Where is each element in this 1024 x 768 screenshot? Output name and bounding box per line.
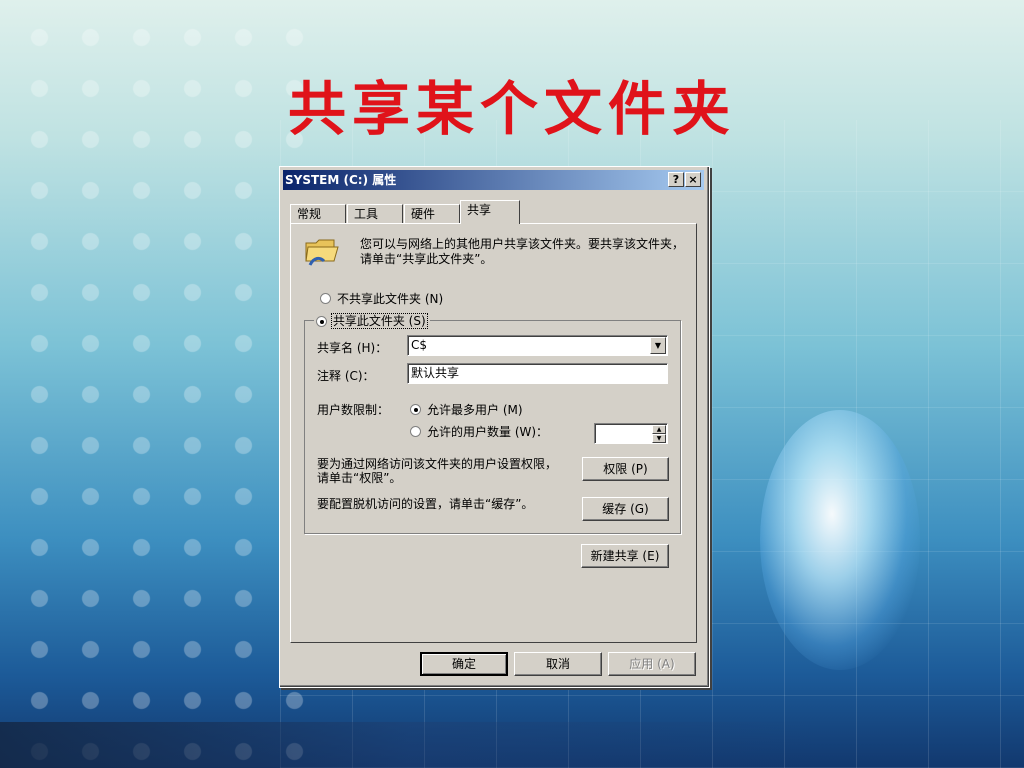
tab-tools[interactable]: 工具 — [347, 204, 403, 224]
ok-button[interactable]: 确定 — [420, 652, 508, 676]
radio-not-share[interactable] — [320, 293, 331, 304]
share-name-label: 共享名 (H)： — [317, 341, 388, 355]
permissions-button[interactable]: 权限 (P) — [582, 457, 669, 481]
slide-title: 共享某个文件夹 — [287, 75, 736, 143]
share-legend: 共享此文件夹 (S) — [314, 312, 430, 329]
caching-button[interactable]: 缓存 (G) — [582, 497, 669, 521]
background-bottom-strip — [0, 722, 1024, 768]
share-name-value: C$ — [411, 338, 428, 352]
spin-down-icon[interactable]: ▼ — [652, 434, 666, 443]
dialog-title: SYSTEM (C:) 属性 — [285, 173, 397, 187]
radio-allow-count-label[interactable]: 允许的用户数量 (W)： — [427, 423, 548, 440]
folder-share-icon — [305, 239, 339, 266]
spin-up-icon[interactable]: ▲ — [652, 425, 666, 434]
intro-text: 您可以与网络上的其他用户共享该文件夹。要共享该文件夹，请单击“共享此文件夹”。 — [360, 237, 685, 266]
user-count-spinner[interactable]: ▲ ▼ — [594, 423, 668, 444]
radio-share[interactable] — [316, 316, 327, 327]
cancel-button[interactable]: 取消 — [514, 652, 602, 676]
tab-hardware[interactable]: 硬件 — [404, 204, 460, 224]
tab-sharing[interactable]: 共享 — [460, 200, 520, 224]
radio-allow-count[interactable] — [410, 426, 421, 437]
background-light-orb — [760, 410, 920, 670]
dialog-titlebar[interactable]: SYSTEM (C:) 属性 ? × — [283, 170, 704, 190]
properties-dialog: SYSTEM (C:) 属性 ? × 常规 工具 硬件 共享 您可以与网络上的其… — [279, 166, 710, 688]
share-name-select[interactable]: C$ ▼ — [407, 335, 668, 356]
permissions-text: 要为通过网络访问该文件夹的用户设置权限，请单击“权限”。 — [317, 457, 558, 485]
new-share-button[interactable]: 新建共享 (E) — [581, 544, 669, 568]
radio-max-users-label[interactable]: 允许最多用户 (M) — [427, 401, 523, 418]
radio-max-users[interactable] — [410, 404, 421, 415]
user-limit-label: 用户数限制： — [317, 403, 390, 417]
comment-input[interactable]: 默认共享 — [407, 363, 668, 384]
radio-not-share-label[interactable]: 不共享此文件夹 (N) — [337, 290, 443, 307]
radio-share-label[interactable]: 共享此文件夹 (S) — [330, 313, 428, 329]
tab-general[interactable]: 常规 — [290, 204, 346, 224]
comment-label: 注释 (C)： — [317, 369, 375, 383]
chevron-down-icon[interactable]: ▼ — [650, 337, 666, 354]
close-button[interactable]: × — [685, 172, 701, 187]
help-button[interactable]: ? — [668, 172, 684, 187]
caching-text: 要配置脱机访问的设置，请单击“缓存”。 — [317, 497, 534, 511]
apply-button[interactable]: 应用 (A) — [608, 652, 696, 676]
